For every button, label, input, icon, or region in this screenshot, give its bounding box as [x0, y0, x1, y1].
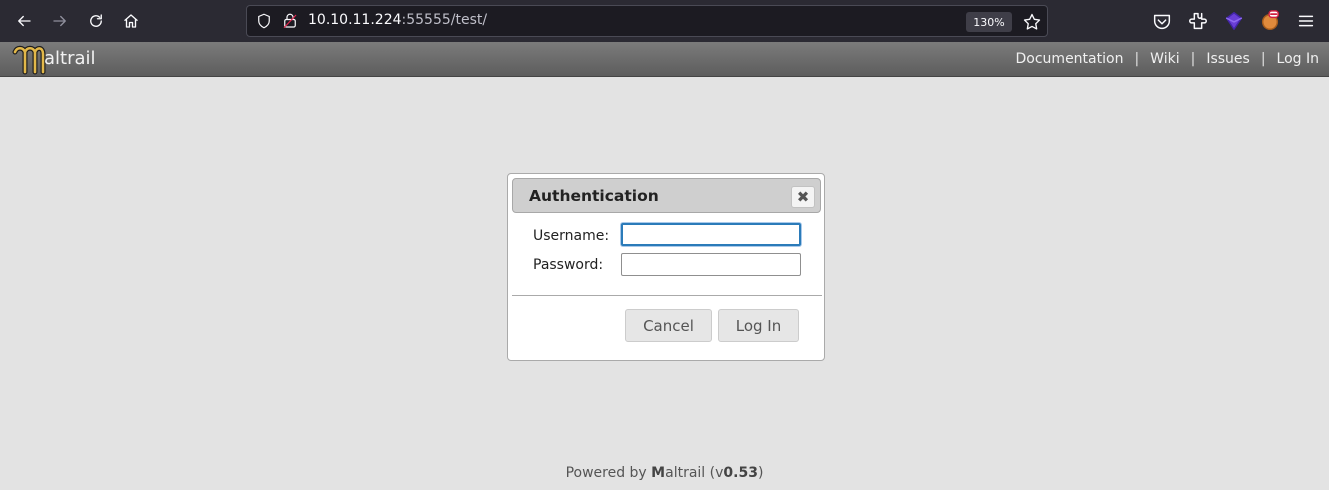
nav-separator: | [1134, 51, 1140, 67]
cancel-button[interactable]: Cancel [625, 309, 712, 342]
footer-brand[interactable]: altrail [665, 465, 705, 481]
footer-version-close: ) [757, 465, 764, 481]
footer-prefix: Powered by [565, 465, 652, 481]
insecure-lock-icon[interactable] [281, 12, 299, 30]
nav-link-login[interactable]: Log In [1277, 51, 1319, 67]
footer-version: 0.53 [723, 465, 758, 481]
app-header: altrail Documentation | Wiki | Issues | … [0, 42, 1329, 77]
login-button[interactable]: Log In [718, 309, 799, 342]
dialog-divider [512, 295, 822, 296]
fox-avatar-icon[interactable] [1259, 10, 1281, 32]
dialog-title: Authentication [529, 187, 659, 205]
nav-link-documentation[interactable]: Documentation [1016, 51, 1124, 67]
logo-text: altrail [44, 47, 96, 69]
url-text[interactable]: 10.10.11.224:55555/test/ [308, 12, 487, 28]
hamburger-menu-icon[interactable] [1295, 10, 1317, 32]
footer-version-open: (v [705, 465, 724, 481]
forward-icon[interactable] [48, 9, 72, 33]
address-bar[interactable]: 10.10.11.224:55555/test/ 130% [246, 5, 1048, 37]
zoom-badge[interactable]: 130% [966, 12, 1012, 32]
nav-link-wiki[interactable]: Wiki [1150, 51, 1179, 67]
maltrail-logo[interactable]: altrail [12, 44, 96, 76]
nav-link-issues[interactable]: Issues [1206, 51, 1250, 67]
nav-separator: | [1260, 51, 1266, 67]
url-path: :55555/test/ [401, 12, 488, 28]
pocket-icon[interactable] [1151, 10, 1173, 32]
footer-brand-initial: M [651, 465, 666, 481]
shield-icon[interactable] [255, 12, 273, 30]
purple-cube-icon[interactable] [1223, 10, 1245, 32]
star-icon[interactable] [1022, 12, 1042, 32]
reload-icon[interactable] [84, 9, 108, 33]
password-label: Password: [533, 257, 604, 273]
back-icon[interactable] [12, 9, 36, 33]
authentication-dialog: Authentication ✖ Username: Password: Can… [507, 173, 825, 361]
nav-separator: | [1190, 51, 1196, 67]
close-icon[interactable]: ✖ [791, 186, 815, 208]
browser-toolbar: 10.10.11.224:55555/test/ 130% [0, 0, 1329, 42]
password-field[interactable] [621, 253, 801, 276]
puzzle-icon[interactable] [1187, 10, 1209, 32]
url-host: 10.10.11.224 [308, 12, 402, 28]
footer: Powered by Maltrail (v0.53) [0, 465, 1329, 481]
dialog-titlebar[interactable]: Authentication ✖ [512, 178, 821, 213]
header-nav: Documentation | Wiki | Issues | Log In [1016, 51, 1319, 67]
maltrail-logo-icon [12, 45, 46, 75]
username-label: Username: [533, 228, 610, 244]
username-field[interactable] [621, 223, 801, 246]
home-icon[interactable] [119, 9, 143, 33]
